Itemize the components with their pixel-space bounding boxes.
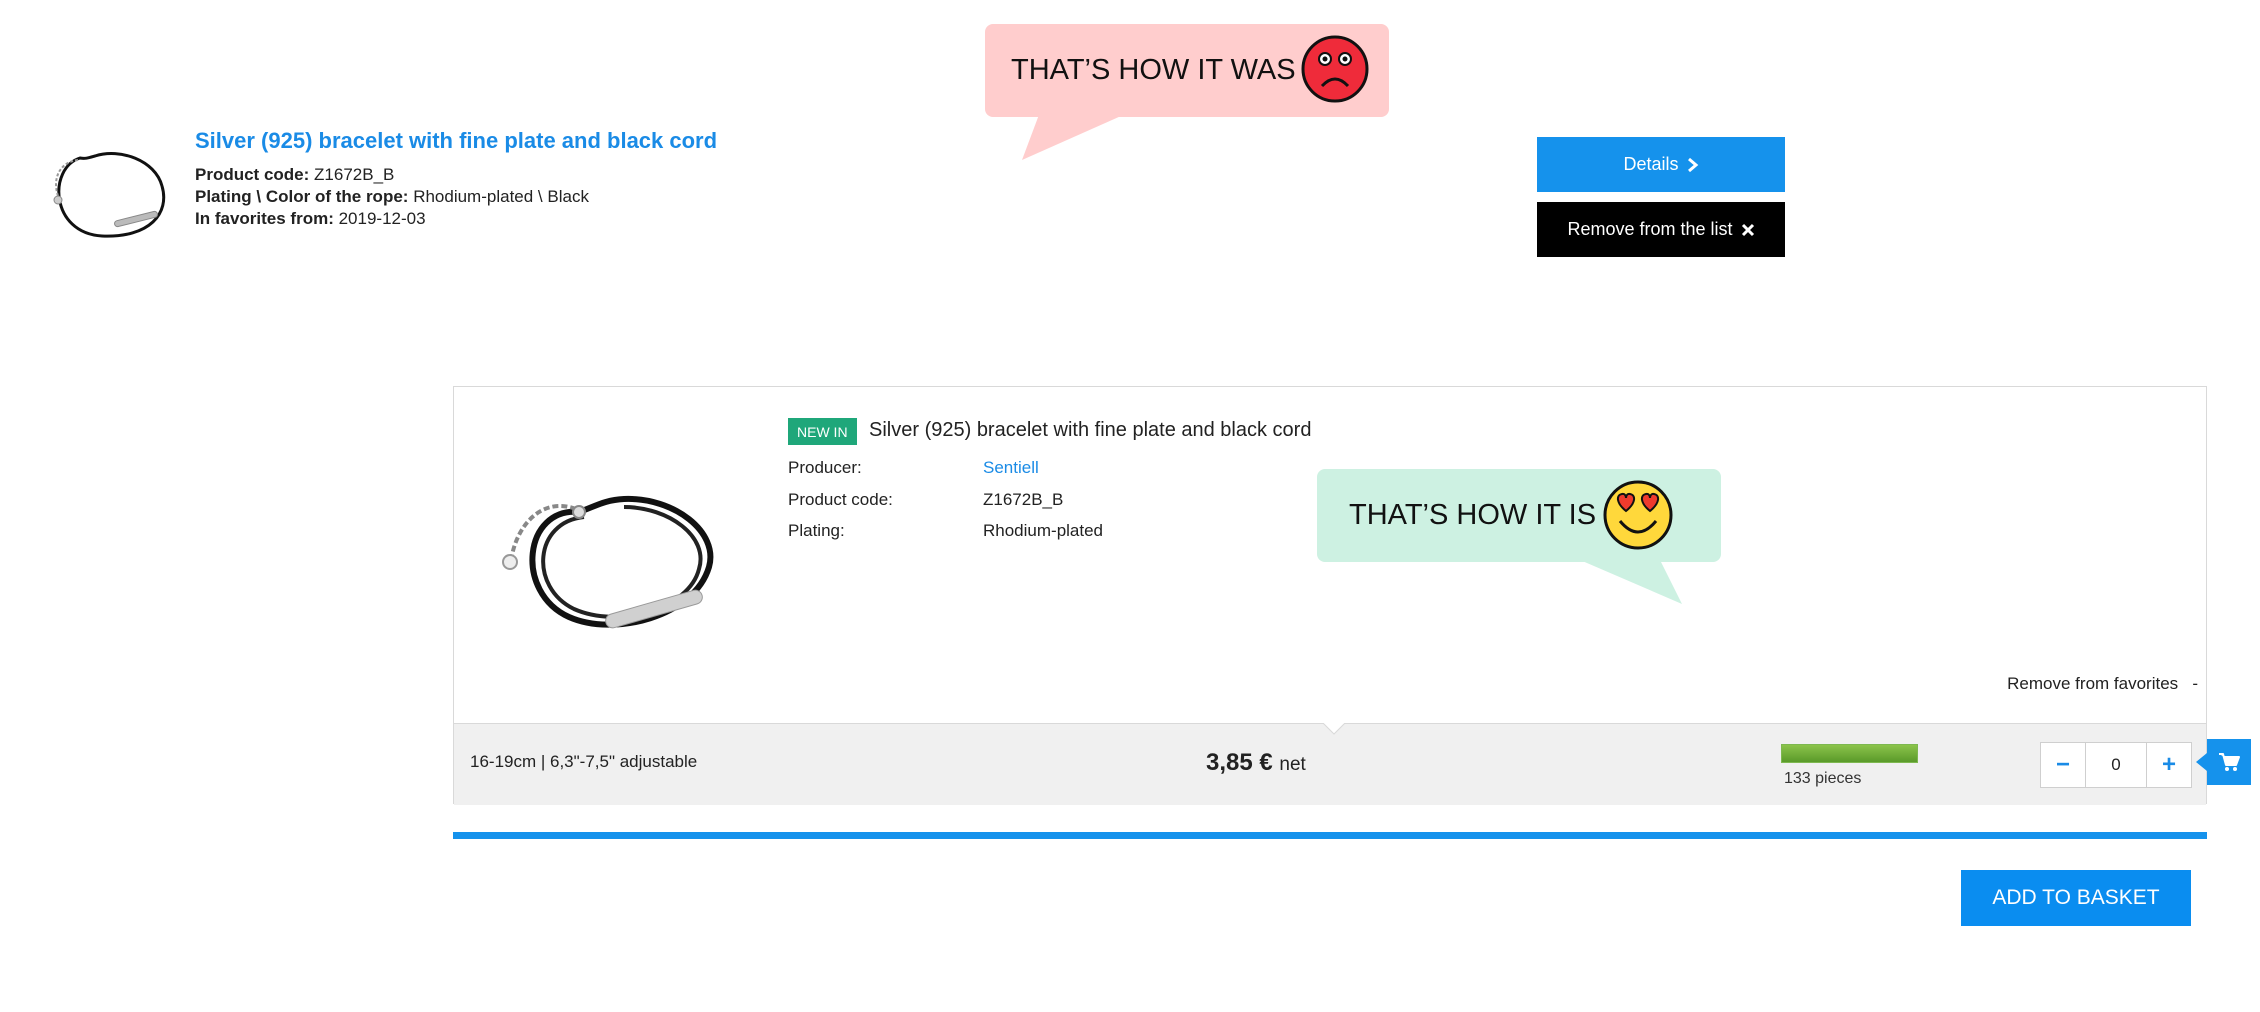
stock-level-bar — [1781, 744, 1918, 763]
product-code-value: Z1672B_B — [983, 490, 1064, 509]
bubble-was: THAT’S HOW IT WAS — [985, 24, 1389, 117]
old-favorites-value: 2019-12-03 — [338, 209, 426, 228]
new-product-image[interactable] — [484, 437, 724, 657]
details-button[interactable]: Details — [1537, 137, 1785, 192]
sad-face-icon — [1301, 35, 1369, 103]
old-plating-label: Plating \ Color of the rope: — [195, 187, 409, 206]
old-favorites-label: In favorites from: — [195, 209, 334, 228]
card-footer-bar: 16-19cm | 6,3"-7,5" adjustable 3,85 € ne… — [454, 723, 2206, 805]
bubble-is: THAT’S HOW IT IS — [1317, 469, 1721, 562]
old-product-meta: Product code: Z1672B_B Plating \ Color o… — [195, 164, 589, 230]
add-to-basket-button[interactable]: ADD TO BASKET — [1961, 870, 2191, 926]
old-product-title[interactable]: Silver (925) bracelet with fine plate an… — [195, 128, 717, 154]
old-product-code-label: Product code: — [195, 165, 310, 184]
close-x-icon — [1741, 223, 1754, 236]
bubble-was-tail — [1022, 112, 1130, 160]
product-code-label: Product code: — [788, 490, 893, 509]
quantity-decrease-button[interactable]: − — [2041, 743, 2085, 787]
price: 3,85 € net — [1206, 749, 1306, 777]
details-button-label: Details — [1623, 154, 1679, 174]
plating-label: Plating: — [788, 521, 845, 540]
add-to-cart-icon-button[interactable] — [2207, 739, 2251, 785]
old-plating-value: Rhodium-plated \ Black — [413, 187, 589, 206]
new-product-title[interactable]: Silver (925) bracelet with fine plate an… — [869, 419, 1311, 442]
old-product-image — [40, 138, 180, 258]
producer-label: Producer: — [788, 458, 862, 477]
producer-link[interactable]: Sentiell — [983, 458, 1039, 478]
bubble-is-text: THAT’S HOW IT IS — [1349, 499, 1597, 531]
stock-level-fill — [1782, 745, 1917, 762]
cart-button-arrow — [2196, 753, 2207, 771]
price-amount: 3,85 € — [1206, 749, 1273, 776]
remove-from-favorites-link[interactable]: Remove from favorites - — [2007, 674, 2198, 694]
quantity-stepper: − + — [2040, 742, 2192, 788]
stock-quantity: 133 pieces — [1784, 770, 1862, 787]
remove-from-list-button[interactable]: Remove from the list — [1537, 202, 1785, 257]
price-net-label: net — [1279, 754, 1306, 775]
cart-icon — [2219, 753, 2240, 771]
size-info: 16-19cm | 6,3"-7,5" adjustable — [470, 752, 698, 771]
remove-from-favorites-label: Remove from favorites — [2007, 674, 2179, 693]
bar-notch — [1323, 723, 1345, 735]
section-divider — [453, 832, 2207, 839]
minus-icon: - — [2192, 674, 2198, 693]
old-product-code-value: Z1672B_B — [314, 165, 395, 184]
plating-value: Rhodium-plated — [983, 521, 1104, 540]
bubble-is-tail — [1580, 560, 1682, 604]
chevron-right-icon — [1687, 157, 1698, 172]
new-in-badge: NEW IN — [788, 418, 857, 445]
heart-eyes-face-icon — [1603, 480, 1673, 550]
remove-from-list-label: Remove from the list — [1567, 219, 1733, 239]
bubble-was-text: THAT’S HOW IT WAS — [1011, 54, 1296, 86]
quantity-input[interactable] — [2085, 743, 2147, 787]
quantity-increase-button[interactable]: + — [2147, 743, 2191, 787]
product-card: NEW IN Silver (925) bracelet with fine p… — [453, 386, 2207, 805]
